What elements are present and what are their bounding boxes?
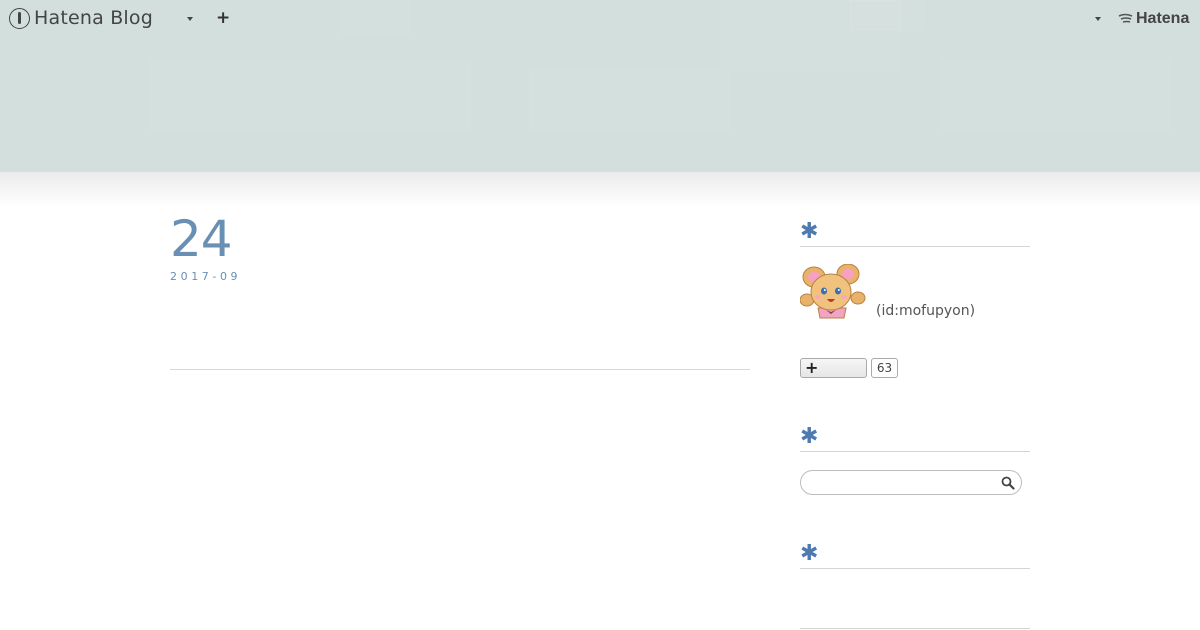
header-pattern-tile [150, 60, 470, 130]
sidebar-module-search: ✱ [800, 426, 1030, 452]
hatena-blog-logo[interactable]: Hatena Blog [9, 7, 153, 29]
asterisk-icon: ✱ [800, 424, 819, 449]
hatena-brand-text: Hatena [1136, 10, 1190, 27]
global-header-bar: Hatena Blog + Hatena [0, 0, 1200, 38]
module-divider [800, 628, 1030, 629]
entry-divider [170, 369, 750, 370]
hatena-brand-link[interactable]: Hatena [1117, 10, 1189, 28]
header-pattern-tile [940, 60, 1170, 130]
follow-button[interactable]: + [800, 358, 867, 378]
caret-down-icon[interactable] [1095, 17, 1101, 21]
logo-text: Hatena Blog [34, 7, 153, 29]
sidebar-module-profile: ✱ [800, 221, 1030, 247]
asterisk-icon: ✱ [800, 541, 819, 566]
module-title: ✱ [800, 221, 1030, 247]
search-icon[interactable] [1001, 476, 1015, 490]
header-pattern-tile [530, 70, 730, 130]
follower-count[interactable]: 63 [871, 358, 898, 378]
entry-date-day: 24 [170, 210, 233, 268]
module-title: ✱ [800, 543, 1030, 569]
entry-date-year-month: 2017-09 [170, 270, 242, 283]
profile-avatar[interactable] [800, 264, 866, 320]
caret-down-icon[interactable] [187, 17, 193, 21]
search-input[interactable] [811, 474, 991, 491]
search-box[interactable] [800, 470, 1022, 495]
hatena-blog-logo-icon [9, 7, 30, 29]
hatena-logo-icon [1118, 13, 1133, 23]
asterisk-icon: ✱ [800, 219, 819, 244]
module-title: ✱ [800, 426, 1030, 452]
entry-date[interactable]: 24 2017-09 [170, 212, 241, 283]
profile-id-link[interactable]: (id:mofupyon) [876, 303, 975, 319]
header-shadow [0, 172, 1200, 208]
sidebar-module: ✱ [800, 543, 1030, 569]
plus-icon[interactable]: + [216, 10, 230, 27]
